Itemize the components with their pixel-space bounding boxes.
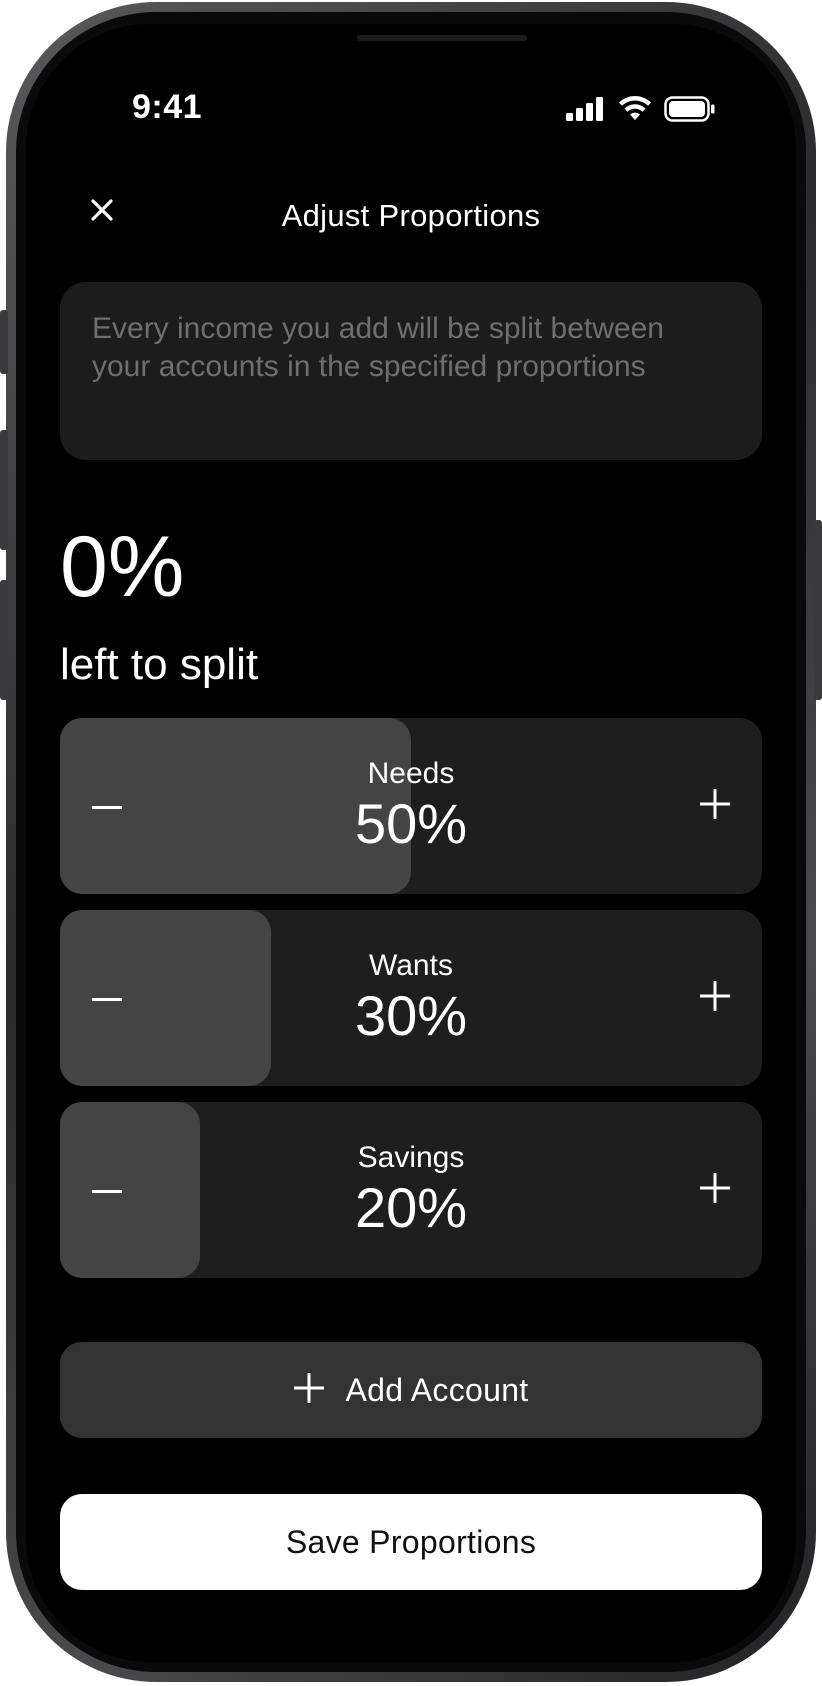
plus-icon	[293, 1372, 324, 1408]
increase-button[interactable]	[680, 963, 750, 1033]
status-bar: 9:41	[26, 24, 796, 144]
account-info: Wants 30%	[60, 910, 762, 1086]
account-name: Wants	[369, 949, 453, 983]
app-screen: 9:41 Adjust Proportions Every income you…	[26, 24, 796, 1662]
minus-icon	[92, 1181, 122, 1199]
silent-switch	[0, 310, 8, 374]
battery-icon	[664, 96, 716, 127]
add-account-label: Add Account	[345, 1371, 529, 1408]
wifi-icon	[618, 96, 652, 127]
remaining-label: left to split	[60, 640, 259, 689]
remaining-percent: 0%	[60, 519, 185, 615]
status-time: 9:41	[132, 88, 203, 126]
cellular-signal-icon	[566, 97, 606, 126]
minus-icon	[92, 989, 122, 1007]
decrease-button[interactable]	[72, 1155, 142, 1225]
account-value: 50%	[354, 792, 468, 856]
volume-down-button	[0, 580, 8, 700]
account-value: 30%	[354, 984, 468, 1048]
info-text: Every income you add will be split betwe…	[92, 312, 664, 383]
account-info: Savings 20%	[60, 1102, 762, 1278]
minus-icon	[92, 797, 122, 815]
account-card-savings: Savings 20%	[60, 1102, 762, 1278]
increase-button[interactable]	[680, 771, 750, 841]
account-value: 20%	[354, 1176, 468, 1240]
account-name: Savings	[357, 1141, 465, 1175]
account-info: Needs 50%	[60, 718, 762, 894]
power-button	[814, 520, 822, 700]
info-card: Every income you add will be split betwe…	[60, 282, 762, 460]
plus-icon	[700, 980, 730, 1016]
increase-button[interactable]	[680, 1155, 750, 1225]
save-proportions-label: Save Proportions	[285, 1523, 537, 1560]
plus-icon	[700, 1172, 730, 1208]
status-icons	[566, 96, 716, 127]
decrease-button[interactable]	[72, 771, 142, 841]
plus-icon	[700, 788, 730, 824]
header: Adjust Proportions	[26, 184, 796, 244]
account-card-wants: Wants 30%	[60, 910, 762, 1086]
volume-up-button	[0, 430, 8, 550]
decrease-button[interactable]	[72, 963, 142, 1033]
save-proportions-button[interactable]: Save Proportions	[60, 1494, 762, 1590]
add-account-button[interactable]: Add Account	[60, 1342, 762, 1438]
account-name: Needs	[367, 757, 455, 791]
account-card-needs: Needs 50%	[60, 718, 762, 894]
page-title: Adjust Proportions	[281, 198, 541, 233]
